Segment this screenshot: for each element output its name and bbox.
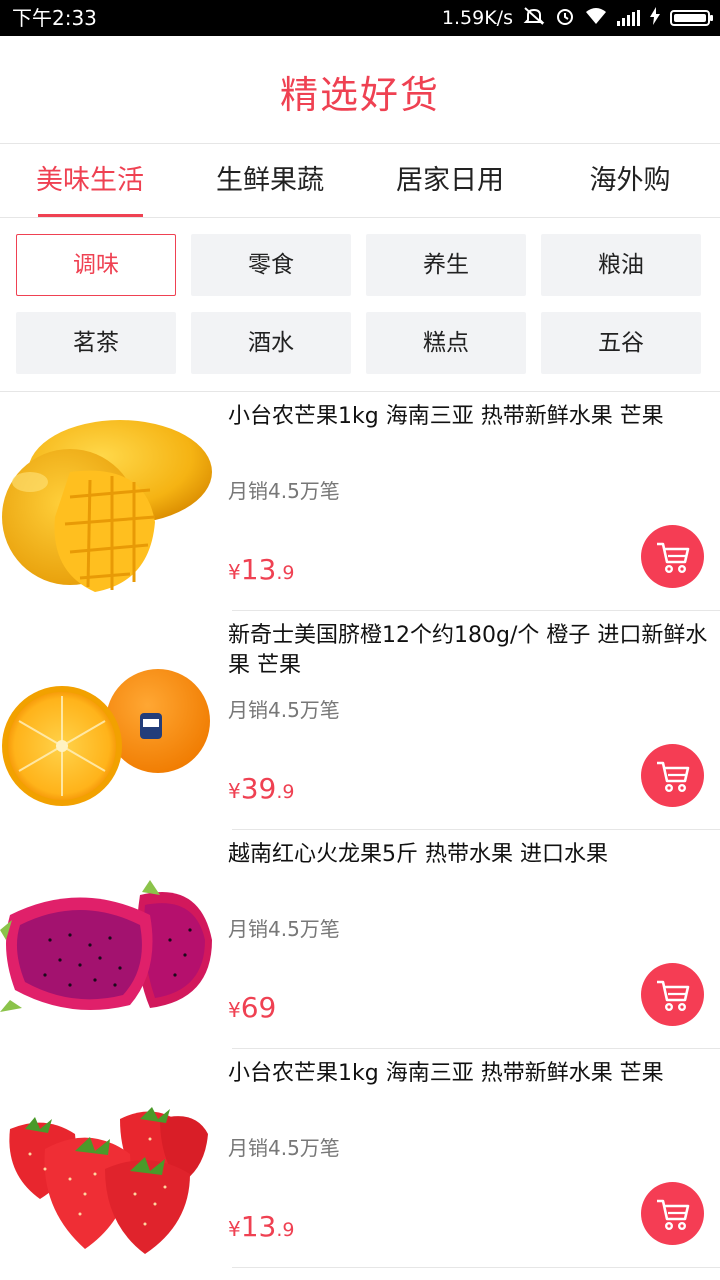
cart-icon bbox=[657, 542, 690, 574]
price-integer: 13 bbox=[240, 1210, 277, 1243]
price-currency: ¥ bbox=[228, 1217, 241, 1241]
price-integer: 13 bbox=[240, 553, 277, 586]
charging-icon bbox=[650, 6, 660, 30]
product-price: ¥39.9 bbox=[228, 769, 295, 813]
product-price: ¥69 bbox=[228, 988, 276, 1032]
price-decimal: .9 bbox=[276, 1219, 295, 1241]
product-item[interactable]: 小台农芒果1kg 海南三亚 热带新鲜水果 芒果 月销4.5万笔 ¥13.9 bbox=[0, 392, 720, 611]
product-price: ¥13.9 bbox=[228, 550, 295, 594]
product-item[interactable]: 越南红心火龙果5斤 热带水果 进口水果 月销4.5万笔 ¥69 bbox=[0, 830, 720, 1049]
wifi-icon bbox=[585, 7, 607, 30]
subcategory-chip[interactable]: 零食 bbox=[191, 234, 351, 296]
product-image-strawberry[interactable] bbox=[0, 1059, 215, 1259]
subcategory-chip[interactable]: 养生 bbox=[366, 234, 526, 296]
tab-meiwei-shenghuo[interactable]: 美味生活 bbox=[0, 144, 180, 217]
status-icons: 1.59K/s bbox=[441, 5, 713, 31]
product-image-mango[interactable] bbox=[0, 402, 215, 602]
subcategory-chip[interactable]: 五谷 bbox=[541, 312, 701, 374]
product-title[interactable]: 越南红心火龙果5斤 热带水果 进口水果 bbox=[228, 840, 708, 870]
price-currency: ¥ bbox=[228, 779, 241, 803]
add-to-cart-button[interactable] bbox=[641, 1182, 704, 1245]
product-title[interactable]: 小台农芒果1kg 海南三亚 热带新鲜水果 芒果 bbox=[228, 402, 708, 432]
subcategory-chip[interactable]: 调味 bbox=[16, 234, 176, 296]
subcategory-grid: 调味 零食 养生 粮油 茗茶 酒水 糕点 五谷 bbox=[16, 234, 704, 374]
mute-icon bbox=[523, 6, 545, 31]
signal-icon bbox=[617, 10, 640, 26]
tab-shengxian-guoshu[interactable]: 生鲜果蔬 bbox=[180, 144, 360, 217]
status-bar: 下午2:33 1.59K/s bbox=[0, 0, 720, 36]
product-item[interactable]: 新奇士美国脐橙12个约180g/个 橙子 进口新鲜水果 芒果 月销4.5万笔 ¥… bbox=[0, 611, 720, 830]
battery-icon bbox=[670, 10, 713, 26]
alarm-icon bbox=[555, 6, 575, 31]
price-decimal: .9 bbox=[276, 562, 295, 584]
status-time: 下午2:33 bbox=[12, 6, 97, 30]
product-item[interactable]: 小台农芒果1kg 海南三亚 热带新鲜水果 芒果 月销4.5万笔 ¥13.9 bbox=[0, 1049, 720, 1268]
add-to-cart-button[interactable] bbox=[641, 744, 704, 807]
product-sales: 月销4.5万笔 bbox=[228, 1136, 340, 1160]
cart-icon bbox=[657, 1199, 690, 1231]
cart-icon bbox=[657, 761, 690, 793]
network-speed: 1.59K/s bbox=[441, 7, 513, 29]
product-title[interactable]: 新奇士美国脐橙12个约180g/个 橙子 进口新鲜水果 芒果 bbox=[228, 621, 708, 681]
price-decimal: .9 bbox=[276, 781, 295, 803]
add-to-cart-button[interactable] bbox=[641, 525, 704, 588]
price-currency: ¥ bbox=[228, 560, 241, 584]
subcategory-chip[interactable]: 糕点 bbox=[366, 312, 526, 374]
price-integer: 39 bbox=[240, 772, 277, 805]
subcategory-chip[interactable]: 酒水 bbox=[191, 312, 351, 374]
product-price: ¥13.9 bbox=[228, 1207, 295, 1251]
product-sales: 月销4.5万笔 bbox=[228, 917, 340, 941]
price-currency: ¥ bbox=[228, 998, 241, 1022]
tab-jujia-riyong[interactable]: 居家日用 bbox=[360, 144, 540, 217]
subcategory-chip[interactable]: 粮油 bbox=[541, 234, 701, 296]
title-bar: 精选好货 bbox=[0, 36, 720, 144]
product-title[interactable]: 小台农芒果1kg 海南三亚 热带新鲜水果 芒果 bbox=[228, 1059, 708, 1089]
add-to-cart-button[interactable] bbox=[641, 963, 704, 1026]
page-title: 精选好货 bbox=[279, 73, 440, 117]
tab-haiwaigou[interactable]: 海外购 bbox=[540, 144, 720, 217]
product-sales: 月销4.5万笔 bbox=[228, 698, 340, 722]
item-divider bbox=[232, 1267, 720, 1268]
product-image-orange[interactable] bbox=[0, 621, 215, 821]
category-tabs: 美味生活 生鲜果蔬 居家日用 海外购 bbox=[0, 144, 720, 218]
product-sales: 月销4.5万笔 bbox=[228, 479, 340, 503]
product-list: 小台农芒果1kg 海南三亚 热带新鲜水果 芒果 月销4.5万笔 ¥13.9 新奇… bbox=[0, 392, 720, 1268]
subcategory-chip[interactable]: 茗茶 bbox=[16, 312, 176, 374]
cart-icon bbox=[657, 980, 690, 1012]
price-integer: 69 bbox=[240, 991, 277, 1024]
product-image-dragonfruit[interactable] bbox=[0, 840, 215, 1040]
